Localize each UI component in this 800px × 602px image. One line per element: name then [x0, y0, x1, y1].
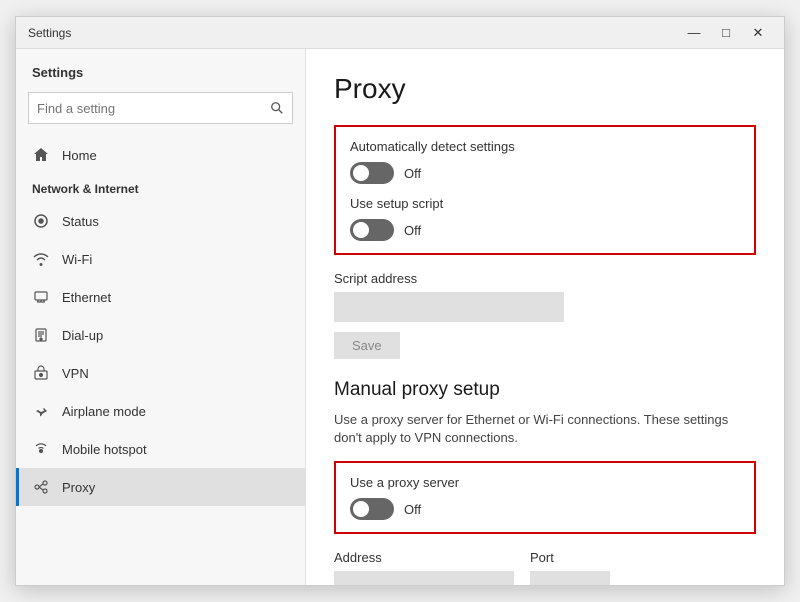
dialup-icon: [32, 326, 50, 344]
sidebar-label-airplane: Airplane mode: [62, 404, 146, 419]
use-proxy-row: Off: [350, 498, 740, 520]
wifi-icon: [32, 250, 50, 268]
window-title: Settings: [28, 26, 71, 40]
use-proxy-toggle-text: Off: [404, 502, 421, 517]
ethernet-icon: [32, 288, 50, 306]
sidebar-item-dialup[interactable]: Dial-up: [16, 316, 305, 354]
port-input[interactable]: [530, 571, 610, 585]
sidebar-label-wifi: Wi-Fi: [62, 252, 92, 267]
sidebar-label-ethernet: Ethernet: [62, 290, 111, 305]
address-port-row: Address Port: [334, 550, 756, 585]
status-icon: [32, 212, 50, 230]
hotspot-icon: [32, 440, 50, 458]
sidebar-item-proxy[interactable]: Proxy: [16, 468, 305, 506]
sidebar-label-proxy: Proxy: [62, 480, 95, 495]
use-proxy-toggle[interactable]: [350, 498, 394, 520]
search-input[interactable]: [37, 101, 270, 116]
setup-script-row: Off: [350, 219, 740, 241]
sidebar-item-vpn[interactable]: VPN: [16, 354, 305, 392]
port-block: Port: [530, 550, 610, 585]
script-address-input[interactable]: [334, 292, 564, 322]
sidebar-label-status: Status: [62, 214, 99, 229]
setup-script-toggle[interactable]: [350, 219, 394, 241]
sidebar-item-wifi[interactable]: Wi-Fi: [16, 240, 305, 278]
auto-detect-row: Off: [350, 162, 740, 184]
title-bar: Settings — □ ✕: [16, 17, 784, 49]
close-button[interactable]: ✕: [744, 23, 772, 43]
content-area: Settings Home Network & Internet: [16, 49, 784, 585]
page-title: Proxy: [334, 73, 756, 105]
address-block: Address: [334, 550, 514, 585]
setup-script-toggle-text: Off: [404, 223, 421, 238]
sidebar-label-dialup: Dial-up: [62, 328, 103, 343]
sidebar-item-airplane[interactable]: Airplane mode: [16, 392, 305, 430]
sidebar: Settings Home Network & Internet: [16, 49, 306, 585]
maximize-button[interactable]: □: [712, 23, 740, 43]
sidebar-label-vpn: VPN: [62, 366, 89, 381]
address-input[interactable]: [334, 571, 514, 585]
auto-detect-toggle-text: Off: [404, 166, 421, 181]
search-icon: [270, 101, 284, 115]
sidebar-item-hotspot[interactable]: Mobile hotspot: [16, 430, 305, 468]
sidebar-label-hotspot: Mobile hotspot: [62, 442, 147, 457]
use-proxy-label: Use a proxy server: [350, 475, 740, 490]
section-label: Network & Internet: [16, 174, 305, 202]
port-label: Port: [530, 550, 610, 565]
sidebar-item-ethernet[interactable]: Ethernet: [16, 278, 305, 316]
save-button[interactable]: Save: [334, 332, 400, 359]
airplane-icon: [32, 402, 50, 420]
search-box[interactable]: [28, 92, 293, 124]
vpn-icon: [32, 364, 50, 382]
manual-proxy-description: Use a proxy server for Ethernet or Wi-Fi…: [334, 411, 754, 447]
address-label: Address: [334, 550, 514, 565]
sidebar-title: Settings: [16, 49, 305, 88]
window-controls: — □ ✕: [680, 23, 772, 43]
auto-proxy-section: Automatically detect settings Off Use se…: [334, 125, 756, 255]
proxy-icon: [32, 478, 50, 496]
settings-window: Settings — □ ✕ Settings Home: [15, 16, 785, 586]
manual-proxy-title: Manual proxy setup: [334, 379, 756, 401]
auto-detect-toggle[interactable]: [350, 162, 394, 184]
minimize-button[interactable]: —: [680, 23, 708, 43]
sidebar-label-home: Home: [62, 148, 97, 163]
sidebar-item-status[interactable]: Status: [16, 202, 305, 240]
main-content: Proxy Automatically detect settings Off …: [306, 49, 784, 585]
sidebar-item-home[interactable]: Home: [16, 136, 305, 174]
home-icon: [32, 146, 50, 164]
script-address-label: Script address: [334, 271, 756, 286]
use-proxy-section: Use a proxy server Off: [334, 461, 756, 534]
setup-script-label: Use setup script: [350, 196, 740, 211]
auto-detect-label: Automatically detect settings: [350, 139, 740, 154]
